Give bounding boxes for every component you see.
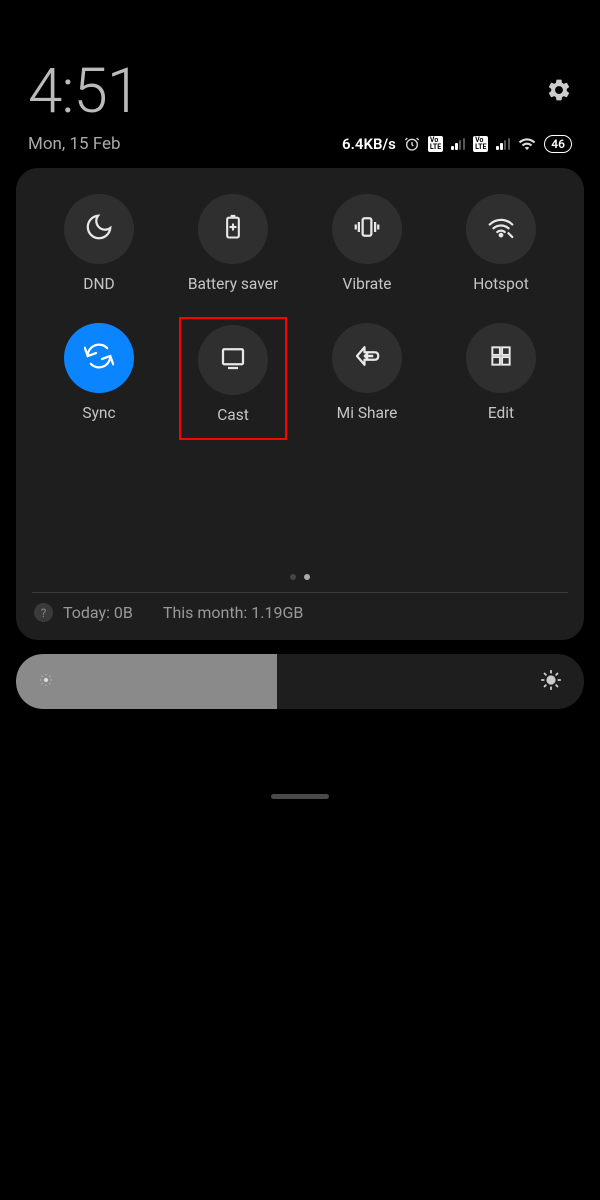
tile-label: Vibrate (342, 275, 391, 293)
tile-label: Edit (488, 404, 514, 422)
tile-battery-saver[interactable]: Battery saver (166, 194, 300, 293)
help-icon: ? (34, 603, 53, 622)
highlight-annotation: Cast (179, 317, 287, 440)
date-label: Mon, 15 Feb (28, 134, 121, 154)
signal-sim2-icon (496, 138, 510, 150)
tile-mi-share[interactable]: Mi Share (300, 323, 434, 426)
quick-settings-panel: DND Battery saver Vibrate (16, 168, 584, 640)
battery-plus-icon (219, 213, 247, 245)
tile-dnd[interactable]: DND (32, 194, 166, 293)
vibrate-icon (352, 212, 382, 246)
divider (32, 592, 568, 593)
sync-icon (84, 341, 114, 375)
status-bar: 6.4KB/s VoLTE VoLTE 46 (342, 135, 572, 153)
sim1-badge: VoLTE (428, 136, 443, 152)
brightness-high-icon (540, 669, 562, 695)
usage-month: This month: 1.19GB (163, 603, 303, 622)
battery-level: 46 (544, 135, 572, 153)
usage-today: Today: 0B (63, 603, 133, 622)
page-indicator (28, 566, 572, 592)
alarm-icon (404, 136, 420, 152)
tile-label: DND (83, 275, 114, 293)
page-dot (290, 574, 296, 580)
tile-cast[interactable]: Cast (166, 323, 300, 426)
sim2-badge: VoLTE (473, 136, 488, 152)
moon-icon (84, 212, 114, 246)
wifi-icon (518, 135, 536, 153)
cast-icon (218, 343, 248, 377)
tile-label: Battery saver (188, 275, 278, 293)
tile-edit[interactable]: Edit (434, 323, 568, 426)
home-indicator[interactable] (271, 794, 329, 799)
network-speed: 6.4KB/s (342, 135, 396, 153)
grid-icon (488, 343, 514, 373)
tile-hotspot[interactable]: Hotspot (434, 194, 568, 293)
data-usage-row[interactable]: ? Today: 0B This month: 1.19GB (28, 603, 572, 628)
tile-vibrate[interactable]: Vibrate (300, 194, 434, 293)
brightness-slider[interactable] (16, 654, 584, 709)
tile-label: Cast (217, 406, 249, 424)
hotspot-icon (486, 212, 516, 246)
brightness-low-icon (38, 672, 54, 692)
settings-icon[interactable] (546, 77, 572, 107)
tile-label: Mi Share (337, 404, 398, 422)
mi-share-icon (352, 341, 382, 375)
tile-label: Hotspot (473, 275, 529, 293)
clock-time: 4:51 (28, 55, 140, 128)
brightness-fill (16, 654, 277, 709)
page-dot-active (304, 574, 310, 580)
tile-label: Sync (82, 404, 115, 422)
tile-sync[interactable]: Sync (32, 323, 166, 426)
signal-sim1-icon (451, 138, 465, 150)
